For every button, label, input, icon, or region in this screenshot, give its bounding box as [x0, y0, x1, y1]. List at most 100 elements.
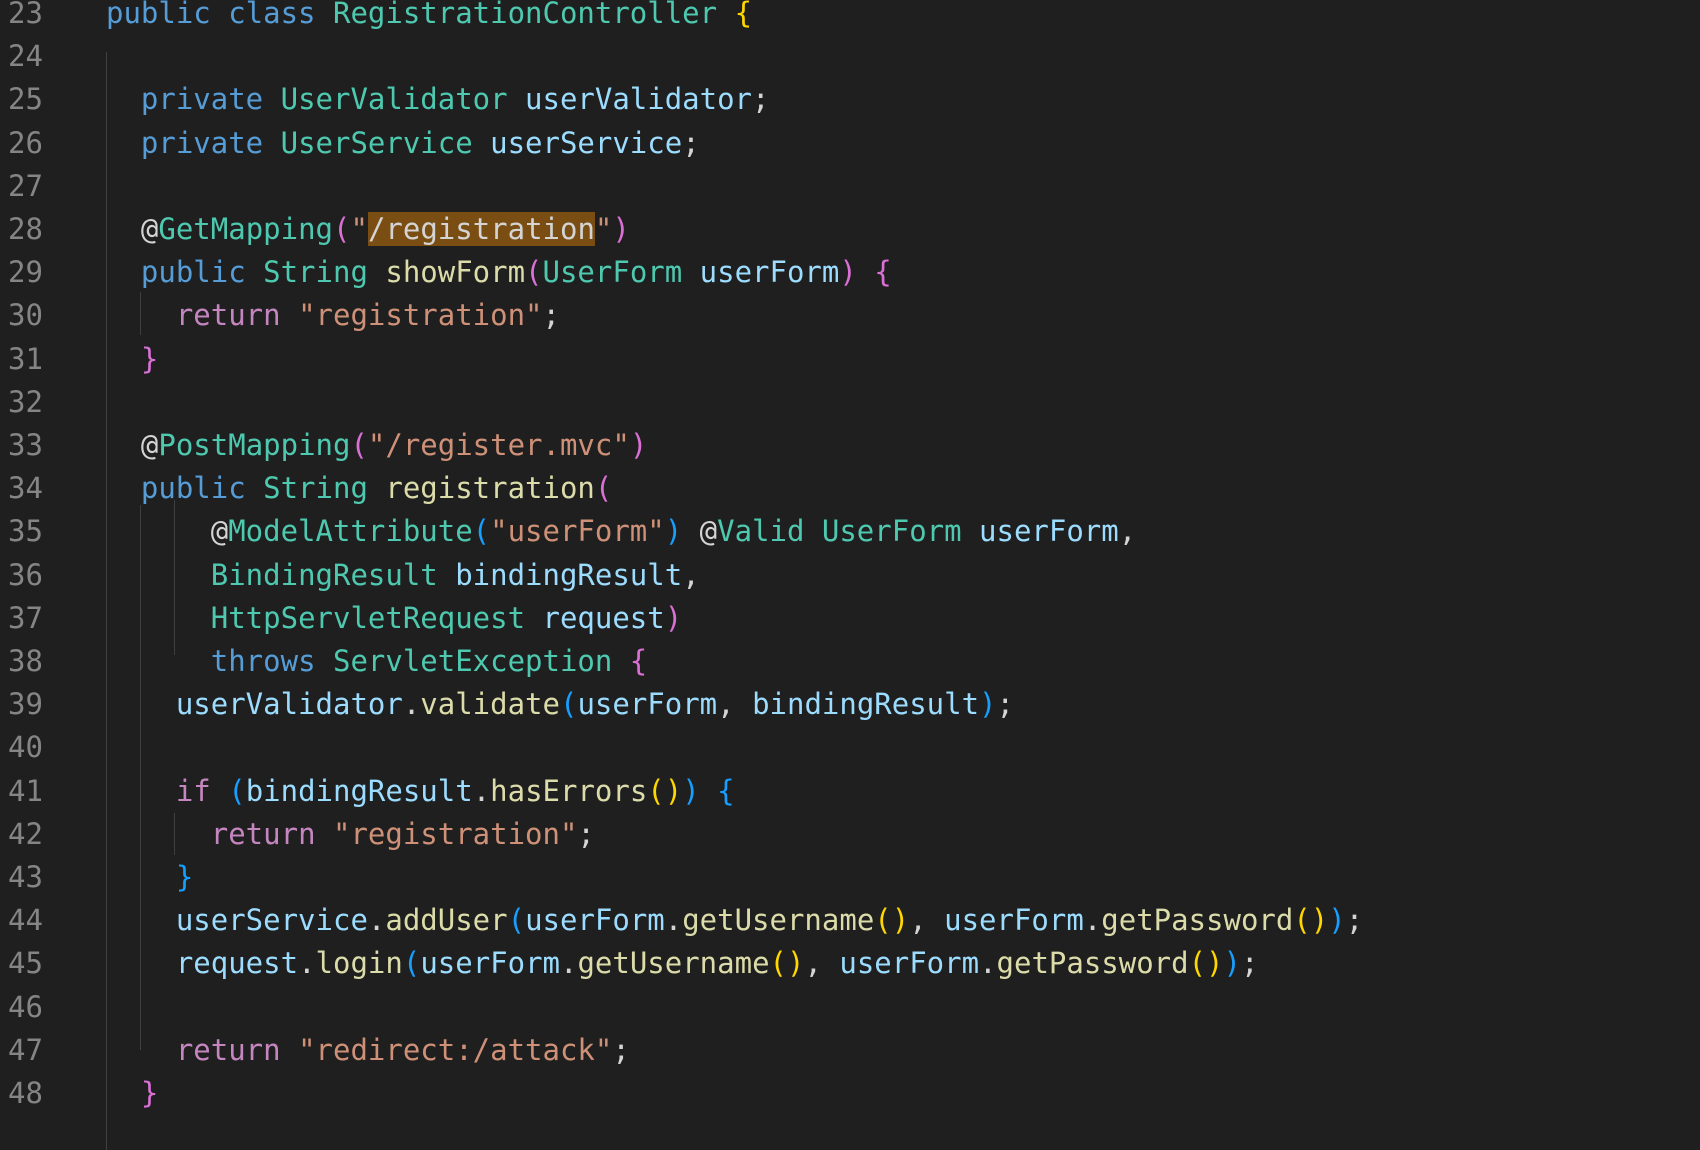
code-token: userValidator — [175, 687, 403, 722]
code-token: userForm — [577, 687, 718, 722]
code-line[interactable]: 47 return "redirect:/attack"; — [0, 1029, 1700, 1072]
indent-guide — [106, 52, 107, 1150]
code-token: ) — [664, 514, 683, 549]
code-line[interactable]: 35 @ModelAttribute("userForm") @Valid Us… — [0, 510, 1700, 553]
code-token: } — [140, 341, 159, 376]
code-line[interactable]: 33 @PostMapping("/register.mvc") — [0, 424, 1700, 467]
code-text: public String registration( — [106, 467, 612, 510]
code-text: BindingResult bindingResult, — [106, 554, 700, 597]
code-line[interactable]: 23 public class RegistrationController { — [0, 0, 1700, 35]
code-token: return — [210, 816, 333, 851]
code-token: UserService — [280, 125, 491, 160]
line-number: 34 — [8, 471, 43, 506]
code-line[interactable]: 38 throws ServletException { — [0, 640, 1700, 683]
code-token: () — [1188, 946, 1224, 981]
code-token: getPassword — [996, 946, 1189, 981]
code-line[interactable]: 41 if (bindingResult.hasErrors()) { — [0, 770, 1700, 813]
code-text: userService.addUser(userForm.getUsername… — [106, 899, 1363, 942]
code-token: ) — [1328, 903, 1346, 938]
code-token: userForm — [944, 903, 1084, 938]
code-token: RegistrationController — [332, 0, 735, 30]
code-token: { — [629, 644, 648, 678]
code-token: UserValidator — [280, 82, 526, 117]
code-line[interactable]: 43 } — [0, 856, 1700, 899]
code-token: ) — [979, 687, 997, 722]
line-number: 42 — [8, 816, 43, 851]
code-line[interactable]: 42 return "registration"; — [0, 813, 1700, 856]
line-number: 36 — [8, 557, 43, 592]
code-text: if (bindingResult.hasErrors()) { — [106, 770, 735, 813]
code-token: ) — [1223, 946, 1241, 981]
code-token: { — [874, 255, 892, 290]
code-token: " — [350, 212, 368, 246]
code-token: ; — [1240, 946, 1259, 981]
code-line[interactable]: 45 request.login(userForm.getUsername(),… — [0, 942, 1700, 985]
line-number: 41 — [8, 773, 43, 808]
code-token: ; — [752, 82, 770, 117]
code-text: HttpServletRequest request) — [106, 597, 682, 640]
code-token: bindingResult — [455, 557, 683, 592]
code-token: showForm — [385, 255, 526, 290]
code-text: userValidator.validate(userForm, binding… — [106, 683, 1014, 726]
code-line[interactable]: 36 BindingResult bindingResult, — [0, 554, 1700, 597]
code-token: getUsername — [577, 946, 770, 981]
code-line[interactable]: 32 — [0, 381, 1700, 424]
code-token: . — [1083, 903, 1102, 938]
code-token: GetMapping — [158, 212, 333, 246]
code-line[interactable]: 29 public String showForm(UserForm userF… — [0, 251, 1700, 294]
code-token: ( — [350, 428, 368, 462]
code-line[interactable]: 31 } — [0, 338, 1700, 381]
code-token: @ — [106, 212, 159, 246]
code-line[interactable]: 37 HttpServletRequest request) — [0, 597, 1700, 640]
line-number: 37 — [8, 600, 43, 635]
code-token: @ — [106, 428, 159, 462]
code-line[interactable]: 40 — [0, 726, 1700, 769]
code-token: ) — [682, 773, 700, 808]
code-token: public — [140, 471, 264, 506]
code-token: bindingResult — [245, 773, 473, 808]
search-match-highlight: /registration — [367, 212, 595, 246]
code-token: request — [542, 600, 665, 635]
code-line[interactable]: 46 — [0, 986, 1700, 1029]
code-line[interactable]: 30 return "registration"; — [0, 294, 1700, 337]
code-token: String — [263, 255, 386, 290]
line-number: 27 — [8, 168, 43, 203]
code-token: ( — [507, 903, 526, 938]
code-line[interactable]: 48 } — [0, 1072, 1700, 1115]
code-line[interactable]: 27 — [0, 165, 1700, 208]
code-editor[interactable]: 23 public class RegistrationController {2… — [0, 0, 1700, 1150]
code-token: ; — [542, 298, 560, 333]
code-line[interactable]: 39 userValidator.validate(userForm, bind… — [0, 683, 1700, 726]
code-token: UserForm — [542, 255, 700, 290]
code-token: UserForm — [821, 514, 980, 549]
code-token: userValidator — [525, 82, 753, 117]
code-line[interactable]: 25 private UserValidator userValidator; — [0, 78, 1700, 121]
line-number: 39 — [8, 687, 43, 722]
code-token: , — [804, 946, 840, 981]
code-token: "redirect:/attack" — [298, 1032, 613, 1067]
code-token: } — [140, 1076, 159, 1110]
code-line[interactable]: 24 — [0, 35, 1700, 78]
code-token: BindingResult — [210, 557, 456, 592]
code-line[interactable]: 26 private UserService userService; — [0, 122, 1700, 165]
line-number: 29 — [8, 255, 43, 290]
code-line[interactable]: 28 @GetMapping("/registration") — [0, 208, 1700, 251]
code-text: @PostMapping("/register.mvc") — [106, 424, 647, 467]
code-line[interactable]: 34 public String registration( — [0, 467, 1700, 510]
code-token: "/register.mvc" — [367, 428, 630, 462]
code-token: userService — [490, 125, 683, 160]
code-token: Valid — [717, 514, 822, 549]
code-line[interactable]: 44 userService.addUser(userForm.getUsern… — [0, 899, 1700, 942]
line-number: 23 — [8, 0, 43, 30]
indent-guide — [174, 500, 175, 655]
code-token: public — [140, 255, 264, 290]
line-number: 46 — [8, 989, 43, 1024]
code-token: ( — [559, 687, 578, 722]
code-text: @GetMapping("/registration") — [106, 208, 630, 251]
code-text: private UserService userService; — [106, 122, 700, 165]
line-number: 47 — [8, 1032, 43, 1067]
